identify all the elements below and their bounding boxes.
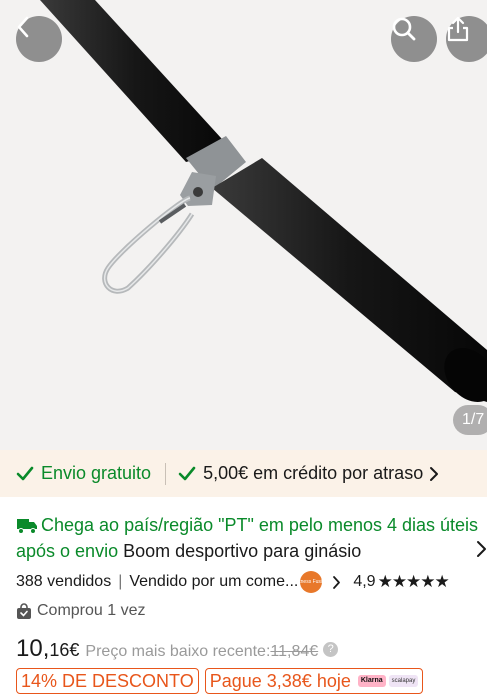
price-row: 10, 16€ Preço mais baixo recente: 11,84€…: [16, 635, 339, 663]
installment-badge[interactable]: Pague 3,38€ hoje Klarna scalapay: [204, 668, 424, 694]
image-counter: 1/7: [453, 405, 487, 435]
help-icon[interactable]: ?: [323, 641, 339, 657]
check-icon: [178, 466, 196, 480]
old-price: 11,84€: [270, 643, 319, 660]
discount-badge: 14% DE DESCONTO: [16, 668, 199, 694]
free-shipping-benefit: Envio gratuito: [16, 463, 151, 484]
store-logo[interactable]: Fitness Fusion: [295, 571, 328, 593]
bought-text: Comprou 1 vez: [37, 602, 146, 619]
search-icon: [392, 17, 416, 41]
seller-link[interactable]: Vendido por um come...: [129, 573, 298, 591]
delivery-info[interactable]: Chega ao país/região "PT" em pelo menos …: [16, 512, 487, 564]
installment-text: Pague 3,38€ hoje: [209, 670, 351, 691]
rating-value: 4,9: [353, 573, 376, 590]
back-button[interactable]: [16, 16, 62, 62]
product-image[interactable]: 1/7: [0, 0, 487, 450]
sales-stats: 388 vendidos | Vendido por um come... Fi…: [16, 571, 487, 593]
store-logo-text: Fitness Fusion: [295, 579, 328, 585]
klarna-logo: Klarna: [357, 675, 386, 687]
chevron-right-icon: [430, 466, 439, 481]
shopping-bag-icon: [17, 602, 31, 619]
truck-icon: [17, 519, 37, 534]
chevron-left-icon: [17, 16, 29, 38]
scalapay-logo: scalapay: [388, 675, 419, 687]
chevron-right-icon[interactable]: [475, 539, 487, 559]
late-credit-benefit: 5,00€ em crédito por atraso: [178, 463, 439, 484]
price-decimal: 16€: [49, 640, 80, 660]
separator: |: [118, 573, 123, 590]
price-integer: 10,: [16, 635, 50, 662]
discount-text: 14% DE DESCONTO: [21, 670, 194, 691]
share-button[interactable]: [446, 16, 487, 62]
late-credit-label: 5,00€ em crédito por atraso: [203, 463, 424, 483]
share-icon: [447, 16, 469, 42]
product-photo: [40, 0, 487, 402]
recent-low-label: Preço mais baixo recente:: [85, 643, 271, 660]
check-icon: [16, 466, 34, 480]
rating-stars[interactable]: ★★★★★: [378, 572, 450, 592]
divider: [165, 462, 167, 485]
product-title: Boom desportivo para ginásio: [123, 541, 362, 561]
search-button[interactable]: [391, 16, 437, 62]
promo-badges: 14% DE DESCONTO Pague 3,38€ hoje Klarna …: [16, 668, 429, 694]
chevron-right-icon[interactable]: [332, 575, 341, 590]
sold-count: 388 vendidos: [16, 573, 112, 590]
purchase-history: Comprou 1 vez: [16, 602, 146, 620]
benefits-bar[interactable]: Envio gratuito 5,00€ em crédito por atra…: [0, 450, 487, 497]
free-shipping-label: Envio gratuito: [41, 463, 152, 483]
